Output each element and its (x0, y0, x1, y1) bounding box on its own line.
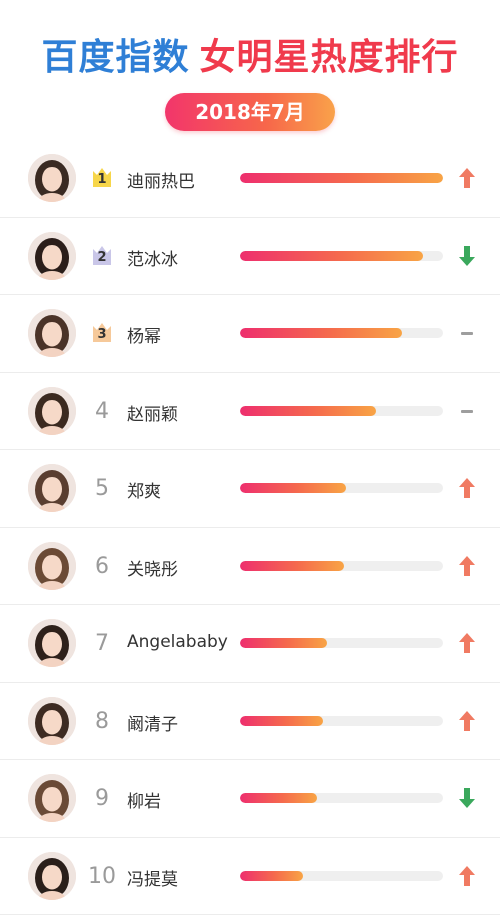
trend-up-icon (458, 710, 476, 732)
heat-bar (240, 405, 443, 416)
rank-crown-badge: 1 (88, 166, 116, 196)
avatar (28, 154, 76, 202)
avatar (28, 774, 76, 822)
trend-up-icon (458, 632, 476, 654)
trend-down-icon (458, 245, 476, 267)
avatar (28, 231, 76, 280)
rank-number: 4 (95, 398, 109, 424)
celebrity-name: 冯提莫 (127, 869, 178, 890)
trend-flat-icon (458, 400, 476, 422)
rank-crown-badge: 3 (88, 321, 116, 351)
heat-bar-fill (240, 250, 423, 261)
heat-bar (240, 483, 443, 493)
ranking-row[interactable]: 8 阚清子 (0, 683, 500, 760)
ranking-row[interactable]: 3 杨幂 (0, 295, 500, 373)
avatar (28, 541, 76, 590)
celebrity-name: 杨幂 (127, 327, 161, 347)
avatar (28, 386, 76, 435)
trend-flat-icon (458, 322, 476, 344)
avatar (28, 851, 76, 900)
heat-bar (240, 560, 443, 571)
heat-bar-fill (240, 483, 346, 493)
title-baidu-index: 百度指数 (41, 37, 190, 78)
page-title: 百度指数 女明星热度排行 (0, 28, 500, 80)
rank-number: 9 (95, 786, 109, 811)
ranking-row[interactable]: 6 关晓彤 (0, 528, 500, 605)
celebrity-name: 柳岩 (127, 792, 161, 812)
rank-crown-badge: 2 (88, 244, 116, 274)
heat-bar-fill (240, 560, 344, 571)
avatar (28, 696, 76, 745)
rank-number: 1 (97, 172, 107, 187)
avatar (28, 309, 76, 357)
ranking-row[interactable]: 4 赵丽颖 (0, 373, 500, 450)
heat-bar (240, 638, 443, 648)
rank-number: 2 (97, 249, 107, 265)
heat-bar-fill (240, 793, 318, 803)
heat-bar (240, 173, 443, 183)
heat-bar-fill (240, 405, 376, 416)
heat-bar-fill (240, 173, 443, 183)
ranking-row[interactable]: 5 郑爽 (0, 450, 500, 528)
heat-bar (240, 793, 443, 803)
celebrity-name: 迪丽热巴 (127, 172, 195, 192)
rank-number: 3 (97, 327, 107, 342)
trend-up-icon (458, 477, 476, 499)
ranking-row[interactable]: 2 范冰冰 (0, 218, 500, 295)
rank-number: 8 (95, 708, 109, 734)
ranking-row[interactable]: 9 柳岩 (0, 760, 500, 838)
trend-up-icon (458, 167, 476, 189)
heat-bar-fill (240, 870, 303, 881)
heat-bar (240, 328, 443, 338)
celebrity-name: 郑爽 (127, 482, 161, 502)
trend-up-icon (458, 555, 476, 577)
avatar (28, 464, 76, 512)
celebrity-name: 范冰冰 (127, 249, 178, 270)
ranking-row[interactable]: 7 Angelababy (0, 605, 500, 683)
celebrity-name: Angelababy (127, 632, 228, 652)
ranking-list: 1 迪丽热巴 2 范冰冰 3 杨幂 4 赵丽颖 5 郑爽 6 关晓彤 7 Angelababy 8 阚清子 9 柳… (0, 140, 500, 915)
avatar (28, 619, 76, 667)
rank-number: 10 (88, 863, 116, 889)
celebrity-name: 阚清子 (127, 714, 178, 735)
ranking-row[interactable]: 1 迪丽热巴 (0, 140, 500, 218)
heat-bar (240, 870, 443, 881)
rank-number: 7 (95, 631, 109, 656)
heat-bar (240, 715, 443, 726)
title-ranking: 女明星热度排行 (199, 37, 459, 78)
heat-bar (240, 250, 443, 261)
rank-number: 5 (95, 476, 109, 501)
trend-down-icon (458, 787, 476, 809)
celebrity-name: 赵丽颖 (127, 404, 178, 425)
trend-up-icon (458, 865, 476, 887)
heat-bar-fill (240, 638, 328, 648)
heat-bar-fill (240, 715, 324, 726)
heat-bar-fill (240, 328, 403, 338)
rank-number: 6 (95, 553, 109, 579)
header: 百度指数 女明星热度排行 2018年7月 (0, 0, 500, 140)
celebrity-name: 关晓彤 (127, 559, 178, 580)
date-badge: 2018年7月 (165, 93, 335, 131)
ranking-row[interactable]: 10 冯提莫 (0, 838, 500, 915)
